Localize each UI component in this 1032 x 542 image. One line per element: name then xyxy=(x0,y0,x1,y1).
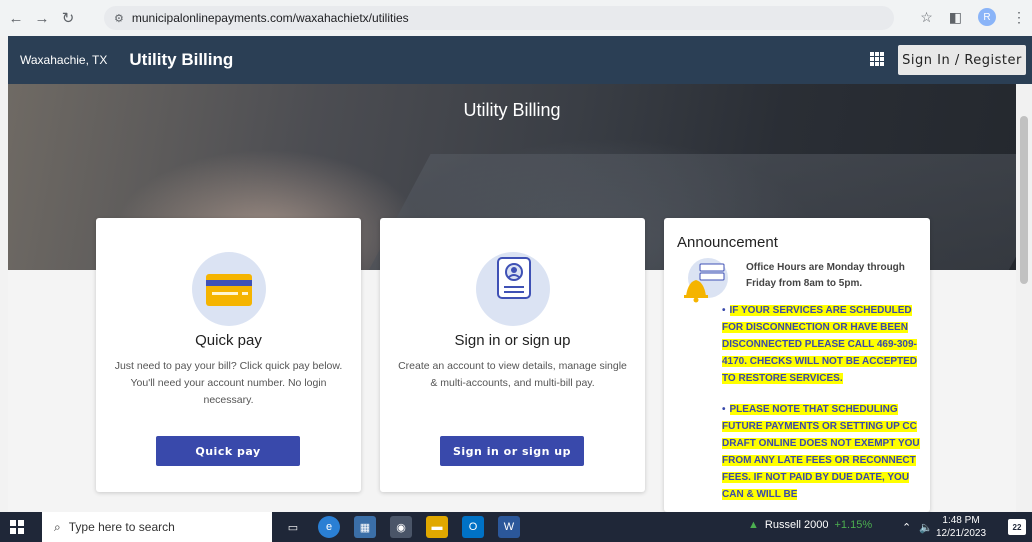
quick-pay-description: Just need to pay your bill? Click quick … xyxy=(114,360,343,406)
clock-date: 12/21/2023 xyxy=(936,528,987,539)
task-view-icon[interactable]: ▭ xyxy=(282,516,304,538)
notification-badge[interactable]: 22 xyxy=(1008,519,1026,535)
tray-chevron-icon[interactable]: ⌃ xyxy=(902,521,911,534)
ticker-name: Russell 2000 xyxy=(764,519,829,531)
chrome-browser-icon[interactable]: ◉ xyxy=(390,516,412,538)
ticker-change: +1.15% xyxy=(834,519,873,531)
announcement-item: • IF YOUR SERVICES ARE SCHEDULED FOR DISC… xyxy=(722,305,918,384)
announcement-item-text: IF YOUR SERVICES ARE SCHEDULED FOR DISCO… xyxy=(722,305,918,384)
taskbar-search-box[interactable]: ⌕ Type here to search xyxy=(42,512,272,542)
ticker-chart-icon: ▲ xyxy=(748,519,759,531)
file-explorer-icon[interactable]: ▬ xyxy=(426,516,448,538)
back-icon[interactable]: ← xyxy=(6,8,26,28)
page-scrollbar[interactable] xyxy=(1016,84,1032,512)
quick-pay-button[interactable]: Quick pay xyxy=(156,436,300,466)
sign-in-sign-up-button[interactable]: Sign in or sign up xyxy=(440,436,584,466)
quick-pay-card: Quick pay Just need to pay your bill? Cl… xyxy=(96,218,361,492)
scrollbar-thumb[interactable] xyxy=(1020,116,1028,284)
edge-browser-icon[interactable]: e xyxy=(318,516,340,538)
taskbar-search-placeholder: Type here to search xyxy=(68,520,175,534)
announcement-item-text: PLEASE NOTE THAT SCHEDULING FUTURE PAYME… xyxy=(722,404,920,500)
bell-notification-icon xyxy=(684,258,728,303)
forward-icon[interactable]: → xyxy=(32,8,52,28)
windows-taskbar: ⌕ Type here to search ▭ e ▦ ◉ ▬ O W ▲ Ru… xyxy=(0,512,1032,542)
clock-time: 1:48 PM xyxy=(942,515,980,526)
bookmark-star-icon[interactable]: ☆ xyxy=(920,9,933,26)
credit-card-icon xyxy=(192,252,266,326)
browser-toolbar: ← → ↻ ⚙ municipalonlinepayments.com/waxa… xyxy=(0,0,1032,36)
side-panel-icon[interactable]: ◧ xyxy=(949,9,962,26)
reload-icon[interactable]: ↻ xyxy=(58,8,78,28)
quick-pay-heading: Quick pay xyxy=(195,332,262,349)
speaker-icon[interactable]: 🔈 xyxy=(919,521,933,534)
hero-title: Utility Billing xyxy=(463,100,561,120)
city-name[interactable]: Waxahachie, TX xyxy=(20,53,107,67)
announcement-item: • PLEASE NOTE THAT SCHEDULING FUTURE PAYM… xyxy=(722,404,920,500)
address-bar[interactable]: ⚙ municipalonlinepayments.com/waxahachie… xyxy=(104,6,894,30)
account-document-icon xyxy=(476,252,550,326)
office-hours-text: Office Hours are Monday through Friday f… xyxy=(746,262,905,289)
outlook-icon[interactable]: O xyxy=(462,516,484,538)
system-tray: ⌃ 🔈 xyxy=(902,521,933,534)
sign-in-description: Create an account to view details, manag… xyxy=(398,360,627,389)
site-header: Waxahachie, TX Utility Billing Sign In /… xyxy=(8,36,1032,84)
stock-ticker-widget[interactable]: ▲ Russell 2000 +1.15% xyxy=(748,519,872,531)
site-info-icon[interactable]: ⚙ xyxy=(114,12,124,25)
announcement-heading: Announcement xyxy=(677,234,778,251)
taskbar-clock[interactable]: 1:48 PM 12/21/2023 xyxy=(936,514,986,540)
word-icon[interactable]: W xyxy=(498,516,520,538)
apps-grid-icon[interactable] xyxy=(870,52,884,66)
sign-in-register-button[interactable]: Sign In / Register xyxy=(898,45,1026,75)
site-title[interactable]: Utility Billing xyxy=(129,50,233,70)
announcement-list: • IF YOUR SERVICES ARE SCHEDULED FOR DISC… xyxy=(722,302,922,512)
sign-in-card: Sign in or sign up Create an account to … xyxy=(380,218,645,492)
profile-avatar[interactable]: R xyxy=(978,8,996,26)
announcement-panel: Announcement Office Hours are Monday thr… xyxy=(664,218,930,512)
windows-start-icon[interactable] xyxy=(10,520,24,534)
calculator-icon[interactable]: ▦ xyxy=(354,516,376,538)
search-icon: ⌕ xyxy=(54,519,61,534)
menu-kebab-icon[interactable]: ⋮ xyxy=(1012,9,1026,26)
sign-in-heading: Sign in or sign up xyxy=(454,332,571,349)
url-text: municipalonlinepayments.com/waxahachietx… xyxy=(131,11,409,25)
